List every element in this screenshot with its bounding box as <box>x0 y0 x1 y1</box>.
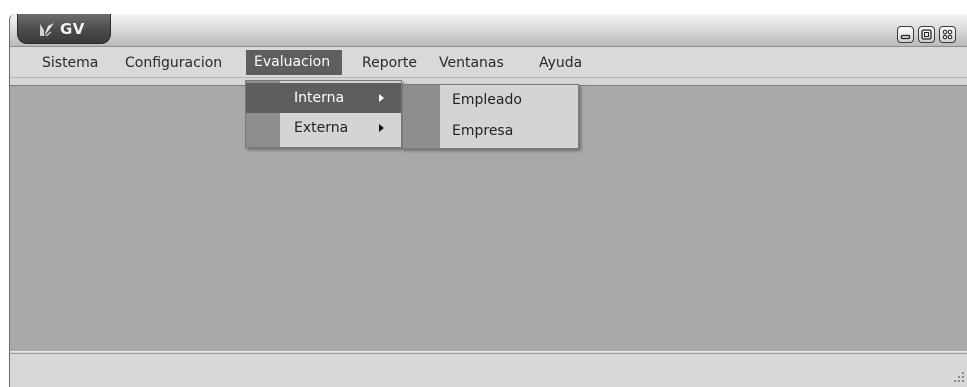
close-button[interactable] <box>939 26 956 43</box>
status-bar <box>10 353 967 387</box>
app-logo-icon <box>38 22 56 38</box>
close-icon <box>942 29 953 40</box>
menu-item-empleado[interactable]: Empleado <box>403 85 578 115</box>
resize-grip-icon[interactable] <box>954 372 964 382</box>
submenu-arrow-icon <box>379 124 384 132</box>
title-bar[interactable]: GV <box>10 14 967 47</box>
maximize-button[interactable] <box>918 26 935 43</box>
app-title: GV <box>60 20 85 38</box>
maximize-icon <box>921 29 932 40</box>
menu-ayuda[interactable]: Ayuda <box>535 51 586 75</box>
menu-item-externa-label: Externa <box>294 120 349 136</box>
menu-item-empleado-label: Empleado <box>452 92 522 108</box>
evaluacion-dropdown: Interna Externa <box>245 80 402 148</box>
main-window: GV Sistema Configuracion Evaluacion Repo… <box>9 14 967 387</box>
menu-bar: Sistema Configuracion Evaluacion Reporte… <box>10 47 967 78</box>
app-badge[interactable]: GV <box>17 14 111 44</box>
menu-item-empresa[interactable]: Empresa <box>403 116 578 146</box>
menu-item-interna[interactable]: Interna <box>246 83 401 113</box>
menu-ventanas[interactable]: Ventanas <box>435 51 508 75</box>
menu-sistema[interactable]: Sistema <box>38 51 102 75</box>
minimize-icon <box>900 34 911 40</box>
interna-submenu: Empleado Empresa <box>402 84 579 149</box>
menu-reporte[interactable]: Reporte <box>358 51 421 75</box>
menu-item-externa[interactable]: Externa <box>246 113 401 143</box>
menu-configuracion[interactable]: Configuracion <box>121 51 226 75</box>
submenu-arrow-icon <box>379 94 384 102</box>
minimize-button[interactable] <box>897 26 914 43</box>
menu-evaluacion[interactable]: Evaluacion <box>246 50 342 75</box>
menu-item-empresa-label: Empresa <box>452 123 514 139</box>
menu-item-interna-label: Interna <box>294 90 345 106</box>
